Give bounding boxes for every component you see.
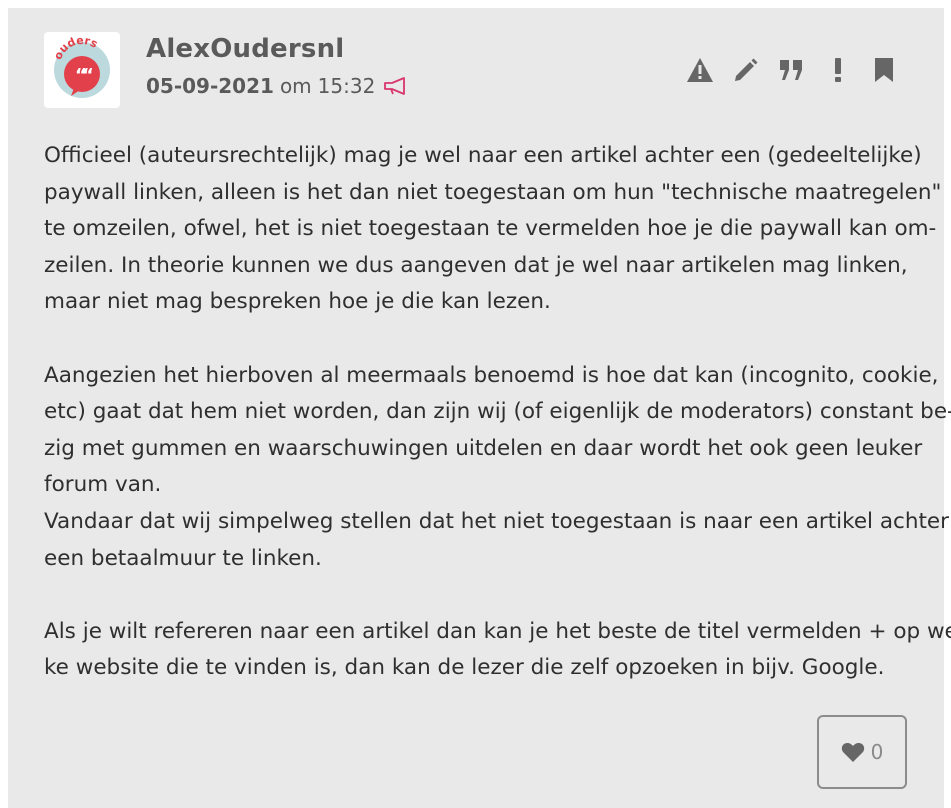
heart-icon	[841, 742, 864, 762]
pencil-icon	[735, 58, 758, 81]
post-line: paywall linken, alleen is het dan niet t…	[44, 179, 942, 205]
report-button[interactable]	[684, 54, 716, 86]
like-count: 0	[870, 740, 884, 764]
post-line: Officieel (auteursrechtelijk) mag je wel…	[44, 143, 922, 168]
ouders-logo-icon: “ “ ouders	[51, 34, 110, 98]
post-line: te omzeilen, ofwel, het is niet toegesta…	[44, 216, 937, 242]
post-line: zig met gummen en waarschuwingen uitdele…	[44, 435, 923, 461]
post-body: Officieel (auteursrechtelijk) mag je wel…	[44, 138, 951, 687]
post-meta: 05-09-2021 om 15:32	[146, 74, 409, 98]
post-line: Aangezien het hierboven al meermaals ben…	[44, 362, 939, 388]
exclamation-icon	[835, 58, 841, 82]
like-button[interactable]: 0	[817, 715, 907, 789]
alert-button[interactable]	[822, 54, 854, 86]
svg-text:“: “	[82, 65, 94, 86]
megaphone-icon[interactable]	[383, 76, 409, 96]
post-line: etc) gaat dat hem niet worden, dan zijn …	[44, 399, 951, 425]
quote-button[interactable]	[776, 54, 808, 86]
bookmark-icon	[875, 58, 893, 82]
bookmark-button[interactable]	[868, 54, 900, 86]
edit-button[interactable]	[730, 54, 762, 86]
post-line: Vandaar dat wij simpelweg stellen dat he…	[44, 508, 949, 534]
warning-icon	[687, 58, 713, 82]
post-line: een betaalmuur te linken.	[44, 545, 322, 571]
author-avatar[interactable]: “ “ ouders	[44, 32, 120, 108]
post-line: forum van.	[44, 472, 162, 498]
post-line: maar niet mag bespreken hoe je die kan l…	[44, 289, 551, 315]
quote-icon	[780, 60, 802, 80]
post-actions	[684, 54, 914, 86]
post-line: zeilen. In theorie kunnen we dus aangeve…	[44, 252, 908, 278]
post-line: ke website die te vinden is, dan kan de …	[44, 655, 885, 681]
post-date[interactable]: 05-09-2021	[146, 74, 274, 98]
author-name[interactable]: AlexOudersnl	[146, 34, 344, 64]
post-line: Als je wilt refereren naar een artikel d…	[44, 618, 951, 644]
post-time: 15:32	[317, 74, 376, 98]
post-time-prefix: om	[279, 74, 312, 98]
forum-post: “ “ ouders AlexOudersnl 05-09-2021 om 15…	[8, 8, 951, 808]
